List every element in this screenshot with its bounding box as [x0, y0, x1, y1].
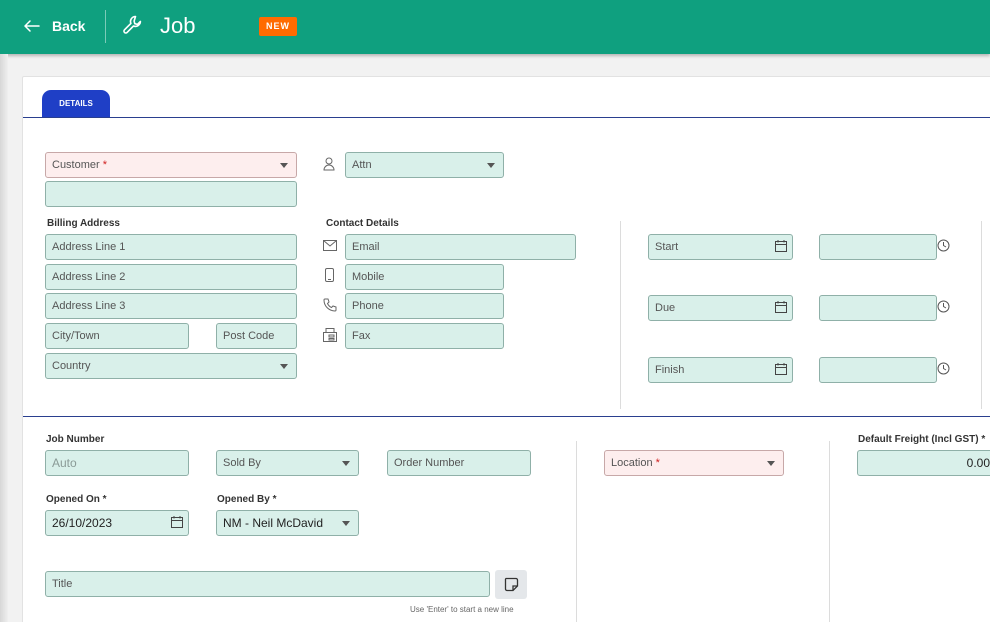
billing-address-heading: Billing Address — [47, 218, 120, 229]
finish-date-input[interactable]: Finish — [648, 357, 793, 383]
order-number-input[interactable]: Order Number — [387, 450, 531, 476]
chevron-down-icon — [767, 461, 775, 466]
address-line-3-input[interactable]: Address Line 3 — [45, 293, 297, 319]
phone-input[interactable]: Phone — [345, 293, 504, 319]
due-time-input[interactable] — [819, 295, 937, 321]
attn-label: Attn — [352, 159, 372, 171]
chevron-down-icon — [342, 461, 350, 466]
chevron-down-icon — [487, 163, 495, 168]
finish-label: Finish — [655, 364, 685, 376]
customer-label: Customer — [52, 159, 100, 171]
notes-button[interactable] — [495, 570, 527, 599]
calendar-icon[interactable] — [775, 240, 787, 252]
page-title: Job — [160, 13, 196, 38]
person-icon — [323, 157, 335, 171]
default-freight-input[interactable]: 0.00 — [857, 450, 990, 476]
fax-input[interactable]: Fax — [345, 323, 504, 349]
section-divider — [23, 416, 990, 417]
chevron-down-icon — [280, 163, 288, 168]
left-edge-shadow — [0, 54, 8, 622]
app-header: Back Job NEW — [0, 0, 990, 54]
calendar-icon[interactable] — [775, 363, 787, 375]
calendar-icon[interactable] — [171, 516, 183, 528]
sold-by-label: Sold By — [223, 457, 261, 469]
country-label: Country — [52, 360, 91, 372]
wrench-icon — [123, 15, 142, 34]
chevron-down-icon — [280, 364, 288, 369]
sold-by-select[interactable]: Sold By — [216, 450, 359, 476]
tab-underline — [23, 117, 990, 118]
postcode-input[interactable]: Post Code — [216, 323, 297, 349]
start-date-input[interactable]: Start — [648, 234, 793, 260]
start-time-input[interactable] — [819, 234, 937, 260]
customer-required-mark: * — [102, 159, 108, 171]
phone-icon — [323, 298, 337, 312]
opened-by-select[interactable]: NM - Neil McDavid — [216, 510, 359, 536]
opened-by-label: Opened By * — [217, 494, 277, 505]
city-input[interactable]: City/Town — [45, 323, 189, 349]
job-number-input[interactable]: Auto — [45, 450, 189, 476]
default-freight-label: Default Freight (Incl GST) * — [858, 434, 986, 445]
dates-right-divider — [981, 221, 982, 409]
address-line-2-input[interactable]: Address Line 2 — [45, 264, 297, 290]
arrow-left-icon — [24, 20, 40, 32]
start-label: Start — [655, 241, 679, 253]
location-label: Location — [611, 457, 653, 469]
back-button[interactable]: Back — [24, 14, 85, 38]
job-middle-divider — [576, 441, 577, 622]
due-date-input[interactable]: Due — [648, 295, 793, 321]
header-divider — [105, 10, 106, 43]
country-select[interactable]: Country — [45, 353, 297, 379]
customer-detail-field[interactable] — [45, 181, 297, 207]
location-select[interactable]: Location * — [604, 450, 784, 476]
status-badge: NEW — [259, 17, 297, 36]
chevron-down-icon — [342, 521, 350, 526]
address-line-1-input[interactable]: Address Line 1 — [45, 234, 297, 260]
mobile-input[interactable]: Mobile — [345, 264, 504, 290]
mobile-icon — [325, 268, 334, 282]
opened-by-value: NM - Neil McDavid — [223, 516, 324, 530]
note-icon — [504, 577, 518, 592]
clock-icon[interactable] — [937, 239, 950, 252]
envelope-icon — [323, 240, 337, 251]
job-number-label: Job Number — [46, 434, 105, 445]
tab-details[interactable]: DETAILS — [42, 90, 110, 118]
job-form-card: DETAILS Customer * Attn Billing Address … — [22, 76, 990, 622]
back-label: Back — [52, 18, 86, 34]
customer-select[interactable]: Customer * — [45, 152, 297, 178]
calendar-icon[interactable] — [775, 301, 787, 313]
clock-icon[interactable] — [937, 300, 950, 313]
contact-details-heading: Contact Details — [326, 218, 399, 229]
job-right-divider — [829, 441, 830, 622]
finish-time-input[interactable] — [819, 357, 937, 383]
dates-divider — [620, 221, 621, 409]
location-required-mark: * — [655, 457, 660, 469]
email-input[interactable]: Email — [345, 234, 576, 260]
opened-on-value: 26/10/2023 — [52, 516, 113, 530]
title-input[interactable]: Title — [45, 571, 490, 597]
opened-on-input[interactable]: 26/10/2023 — [45, 510, 189, 536]
due-label: Due — [655, 302, 676, 314]
title-hint: Use 'Enter' to start a new line — [410, 605, 514, 614]
attn-select[interactable]: Attn — [345, 152, 504, 178]
opened-on-label: Opened On * — [46, 494, 107, 505]
clock-icon[interactable] — [937, 362, 950, 375]
fax-icon — [323, 328, 337, 342]
